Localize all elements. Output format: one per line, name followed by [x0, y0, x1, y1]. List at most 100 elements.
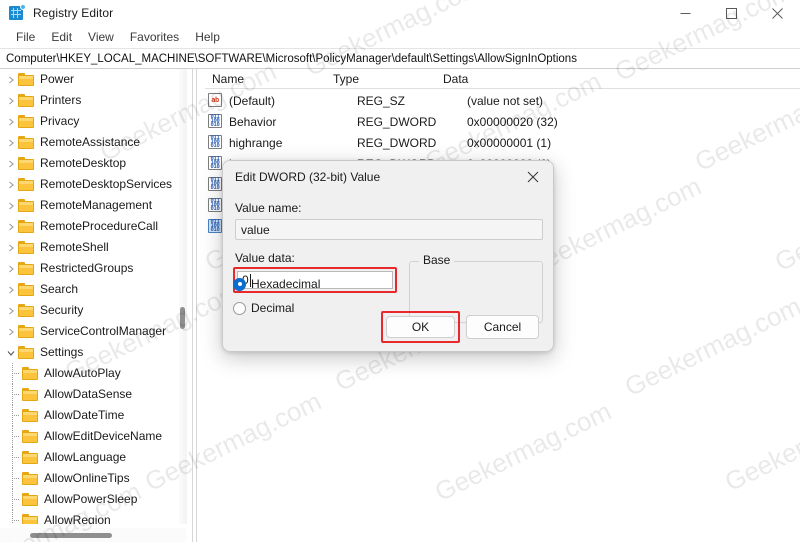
chevron-right-icon[interactable]: [4, 69, 18, 90]
table-row[interactable]: 011 100 010 Behavior REG_DWORD 0x00000020 (32…: [205, 111, 800, 132]
minimize-icon[interactable]: [662, 0, 708, 26]
tree-item-remotemanagement[interactable]: RemoteManagement: [0, 195, 180, 216]
tree-item-label: Privacy: [40, 114, 80, 128]
chevron-right-icon[interactable]: [4, 111, 18, 132]
tree-vertical-scroll-thumb[interactable]: [180, 307, 185, 329]
chevron-down-icon[interactable]: [4, 342, 18, 363]
tree-item-allowpowersleep[interactable]: AllowPowerSleep: [0, 489, 180, 510]
tree-item-label: RemoteDesktopServices: [40, 177, 173, 191]
menu-item-file[interactable]: File: [8, 28, 43, 46]
cancel-button[interactable]: Cancel: [466, 315, 539, 339]
folder-icon: [18, 177, 35, 192]
dialog-title: Edit DWORD (32-bit) Value: [235, 170, 381, 184]
menu-item-favorites[interactable]: Favorites: [122, 28, 187, 46]
folder-icon: [22, 429, 39, 444]
window-title: Registry Editor: [33, 6, 114, 20]
tree-item-label: Search: [40, 282, 79, 296]
tree-item-alloweditdevicename[interactable]: AllowEditDeviceName: [0, 426, 180, 447]
tree-item-servicecontrolmanager[interactable]: ServiceControlManager: [0, 321, 180, 342]
tree-item-allowonlinetips[interactable]: AllowOnlineTips: [0, 468, 180, 489]
column-header-data[interactable]: Data: [443, 72, 800, 86]
folder-icon: [22, 450, 39, 465]
tree-item-label: RemoteAssistance: [40, 135, 141, 149]
cell-type: REG_SZ: [357, 93, 406, 108]
tree-item-label: AllowOnlineTips: [44, 471, 130, 485]
dword-value-icon: 011 100 010: [207, 114, 224, 129]
tree-connector: [4, 426, 22, 447]
value-name-text: value: [241, 222, 270, 237]
menu-item-edit[interactable]: Edit: [43, 28, 80, 46]
radio-decimal[interactable]: Decimal: [233, 301, 294, 315]
registry-path: Computer\HKEY_LOCAL_MACHINE\SOFTWARE\Mic…: [6, 52, 577, 65]
tree-item-allowlanguage[interactable]: AllowLanguage: [0, 447, 180, 468]
tree-item-remoteshell[interactable]: RemoteShell: [0, 237, 180, 258]
cell-name: highrange: [229, 135, 283, 150]
radio-hexadecimal[interactable]: Hexadecimal: [233, 277, 320, 291]
chevron-right-icon[interactable]: [4, 321, 18, 342]
chevron-right-icon[interactable]: [4, 279, 18, 300]
tree-item-label: RemoteShell: [40, 240, 109, 254]
ok-button[interactable]: OK: [386, 316, 455, 338]
tree-item-allowregion[interactable]: AllowRegion: [0, 510, 180, 524]
cell-type: REG_DWORD: [357, 114, 437, 129]
chevron-right-icon[interactable]: [4, 195, 18, 216]
tree-item-security[interactable]: Security: [0, 300, 180, 321]
tree-connector: [4, 363, 22, 384]
tree-horizontal-scrollbar[interactable]: [0, 528, 186, 542]
tree-item-privacy[interactable]: Privacy: [0, 111, 180, 132]
tree-item-label: AllowLanguage: [44, 450, 127, 464]
chevron-right-icon[interactable]: [4, 237, 18, 258]
tree-item-label: ServiceControlManager: [40, 324, 167, 338]
tree-connector: [4, 468, 22, 489]
pane-splitter[interactable]: [192, 69, 197, 542]
tree-item-restrictedgroups[interactable]: RestrictedGroups: [0, 258, 180, 279]
tree-item-label: RemoteDesktop: [40, 156, 127, 170]
tree-horizontal-scroll-thumb[interactable]: [30, 533, 112, 538]
folder-icon: [18, 261, 35, 276]
close-icon[interactable]: [754, 0, 800, 26]
chevron-right-icon[interactable]: [4, 90, 18, 111]
tree-item-search[interactable]: Search: [0, 279, 180, 300]
chevron-right-icon[interactable]: [4, 300, 18, 321]
tree-item-label: Printers: [40, 93, 82, 107]
column-header-name[interactable]: Name: [205, 72, 333, 86]
registry-editor-icon: [9, 4, 26, 21]
chevron-right-icon[interactable]: [4, 216, 18, 237]
tree-item-allowdatetime[interactable]: AllowDateTime: [0, 405, 180, 426]
tree-item-allowdatasense[interactable]: AllowDataSense: [0, 384, 180, 405]
maximize-icon[interactable]: [708, 0, 754, 26]
chevron-right-icon[interactable]: [4, 132, 18, 153]
tree-item-power[interactable]: Power: [0, 69, 180, 90]
tree-item-remotedesktopservices[interactable]: RemoteDesktopServices: [0, 174, 180, 195]
chevron-right-icon[interactable]: [4, 174, 18, 195]
tree-item-label: AllowDateTime: [44, 408, 125, 422]
tree-item-remoteassistance[interactable]: RemoteAssistance: [0, 132, 180, 153]
radio-hexadecimal-label: Hexadecimal: [251, 277, 321, 291]
table-row[interactable]: 011 100 010 highrange REG_DWORD 0x00000001 (1…: [205, 132, 800, 153]
value-name-input[interactable]: value: [235, 219, 543, 240]
base-group-label: Base: [419, 253, 455, 267]
tree-item-printers[interactable]: Printers: [0, 90, 180, 111]
chevron-right-icon[interactable]: [4, 258, 18, 279]
cell-data: 0x00000001 (1): [467, 135, 552, 150]
tree-item-remotedesktop[interactable]: RemoteDesktop: [0, 153, 180, 174]
folder-icon: [22, 408, 39, 423]
column-header-type[interactable]: Type: [333, 72, 443, 86]
tree-item-label: AllowPowerSleep: [44, 492, 138, 506]
menu-item-help[interactable]: Help: [187, 28, 228, 46]
folder-icon: [18, 93, 35, 108]
tree-item-remoteprocedurecall[interactable]: RemoteProcedureCall: [0, 216, 180, 237]
address-bar[interactable]: Computer\HKEY_LOCAL_MACHINE\SOFTWARE\Mic…: [0, 48, 800, 69]
tree-item-label: Settings: [40, 345, 84, 359]
menu-item-view[interactable]: View: [80, 28, 122, 46]
folder-icon: [18, 135, 35, 150]
chevron-right-icon[interactable]: [4, 153, 18, 174]
tree-item-allowautoplay[interactable]: AllowAutoPlay: [0, 363, 180, 384]
tree-connector: [4, 384, 22, 405]
tree-vertical-scrollbar[interactable]: [179, 69, 187, 524]
dialog-close-icon[interactable]: [513, 161, 553, 193]
cell-data: (value not set): [467, 93, 544, 108]
table-row[interactable]: ab (Default) REG_SZ (value not set): [205, 90, 800, 111]
tree-item-settings[interactable]: Settings: [0, 342, 180, 363]
tree-item-label: AllowDataSense: [44, 387, 133, 401]
